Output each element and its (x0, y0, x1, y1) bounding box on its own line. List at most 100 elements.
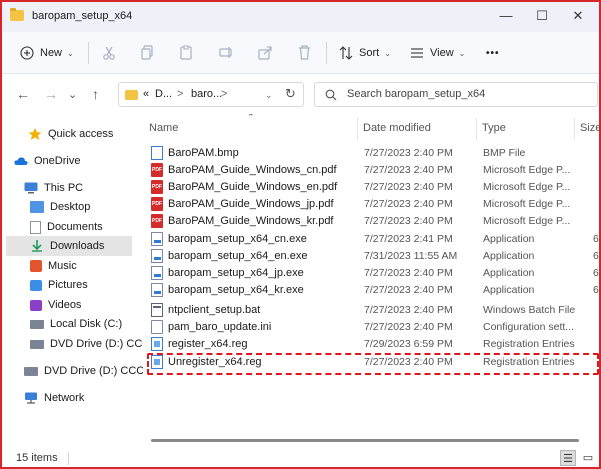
address-bar[interactable]: « D... > baro... > ⌄ ↻ (118, 82, 304, 107)
copy-icon[interactable] (141, 45, 155, 60)
sidebar-item-downloads[interactable]: Downloads (6, 236, 132, 256)
file-date: 7/29/2023 6:59 PM (364, 338, 453, 350)
refresh-icon[interactable]: ↻ (285, 86, 296, 102)
file-date: 7/27/2023 2:40 PM (364, 198, 453, 210)
column-divider[interactable] (476, 118, 477, 140)
file-name: baropam_setup_x64_jp.exe (168, 267, 304, 279)
documents-icon (30, 220, 41, 234)
breadcrumb-overflow[interactable]: « (143, 88, 149, 100)
sidebar-item-onedrive[interactable]: OneDrive (6, 151, 132, 171)
scrollbar-thumb[interactable] (151, 439, 579, 442)
column-header-date[interactable]: Date modified (363, 122, 431, 134)
file-row[interactable]: BaroPAM_Guide_Windows_jp.pdf 7/27/2023 2… (149, 196, 599, 213)
sidebar-item-local-disk[interactable]: Local Disk (C:) (6, 314, 132, 334)
file-date: 7/27/2023 2:41 PM (364, 233, 453, 245)
forward-arrow-icon[interactable]: → (44, 86, 58, 102)
file-row[interactable]: ntpclient_setup.bat 7/27/2023 2:40 PM Wi… (149, 302, 599, 319)
registry-file-icon (151, 337, 163, 351)
file-row[interactable]: baropam_setup_x64_kr.exe 7/27/2023 2:40 … (149, 282, 599, 299)
sidebar-item-videos[interactable]: Videos (6, 295, 132, 315)
config-file-icon (151, 320, 163, 334)
minimize-button[interactable]: — (488, 6, 524, 26)
paste-icon[interactable] (179, 45, 193, 60)
file-row[interactable]: BaroPAM_Guide_Windows_cn.pdf 7/27/2023 2… (149, 162, 599, 179)
more-options-button[interactable]: ••• (486, 41, 500, 65)
column-header-type[interactable]: Type (482, 122, 506, 134)
back-arrow-icon[interactable]: ← (16, 86, 30, 102)
file-name: BaroPAM_Guide_Windows_en.pdf (168, 181, 338, 193)
sidebar-item-label: Desktop (50, 201, 91, 213)
delete-icon[interactable] (298, 45, 311, 60)
sort-ascending-icon: ⌃ (247, 114, 255, 122)
file-name: register_x64.reg (168, 338, 248, 350)
column-divider[interactable] (357, 118, 358, 140)
sidebar-item-pictures[interactable]: Pictures (6, 275, 132, 295)
up-arrow-icon[interactable]: ↑ (92, 86, 99, 102)
file-row[interactable]: BaroPAM.bmp 7/27/2023 2:40 PM BMP File (149, 145, 599, 162)
file-type: Microsoft Edge P... (483, 215, 571, 227)
column-header-name[interactable]: Name (149, 122, 178, 134)
file-date: 7/27/2023 2:40 PM (364, 164, 453, 176)
file-date: 7/27/2023 2:40 PM (364, 181, 453, 193)
sort-button[interactable]: Sort ⌄ (339, 41, 391, 65)
videos-icon (30, 299, 42, 311)
pdf-file-icon (151, 163, 163, 177)
network-icon (25, 392, 37, 404)
new-button[interactable]: New ⌄ (20, 41, 74, 65)
sidebar-item-quick-access[interactable]: Quick access (6, 124, 132, 144)
pdf-file-icon (151, 197, 163, 211)
view-button[interactable]: View ⌄ (410, 41, 465, 65)
breadcrumb-item-drive[interactable]: D... (155, 88, 172, 100)
sidebar-item-dvd-drive-root[interactable]: DVD Drive (D:) CCCC (6, 361, 152, 381)
horizontal-scrollbar[interactable] (143, 436, 599, 446)
tiles-view-icon[interactable]: ▭ (580, 450, 596, 466)
file-row[interactable]: baropam_setup_x64_jp.exe 7/27/2023 2:40 … (149, 265, 599, 282)
file-name: baropam_setup_x64_cn.exe (168, 233, 307, 245)
rename-icon[interactable] (219, 45, 234, 60)
recent-chevron-icon[interactable]: ⌄ (68, 88, 77, 101)
maximize-button[interactable]: ☐ (524, 6, 560, 26)
file-type: Configuration sett... (483, 321, 575, 333)
sidebar-item-music[interactable]: Music (6, 256, 132, 276)
address-dropdown-icon[interactable]: ⌄ (265, 90, 273, 101)
divider (88, 42, 89, 64)
file-size: 6 (593, 284, 599, 296)
column-divider[interactable] (574, 118, 575, 140)
exe-file-icon (151, 232, 163, 246)
file-name: ntpclient_setup.bat (168, 304, 261, 316)
file-row[interactable]: register_x64.reg 7/29/2023 6:59 PM Regis… (149, 336, 599, 353)
search-box[interactable]: Search baropam_setup_x64 (314, 82, 598, 107)
file-name: baropam_setup_x64_kr.exe (168, 284, 304, 296)
sidebar-item-this-pc[interactable]: This PC (6, 178, 132, 198)
file-row[interactable]: baropam_setup_x64_cn.exe 7/27/2023 2:41 … (149, 231, 599, 248)
file-row[interactable]: BaroPAM_Guide_Windows_kr.pdf 7/27/2023 2… (149, 213, 599, 230)
file-name: BaroPAM.bmp (168, 147, 239, 159)
sidebar-item-desktop[interactable]: Desktop (6, 197, 132, 217)
sidebar-item-network[interactable]: Network (6, 388, 132, 408)
close-button[interactable]: ✕ (560, 6, 596, 26)
file-row[interactable]: pam_baro_update.ini 7/27/2023 2:40 PM Co… (149, 319, 599, 336)
explorer-window: baropam_setup_x64 — ☐ ✕ New ⌄ Sort ⌄ Vie… (0, 0, 601, 469)
file-type: Application (483, 267, 535, 279)
details-view-icon[interactable]: ☰ (560, 450, 576, 466)
sidebar-item-dvd-drive[interactable]: DVD Drive (D:) CCCC (6, 334, 158, 354)
column-header-size[interactable]: Size (580, 122, 599, 134)
file-row[interactable]: baropam_setup_x64_en.exe 7/31/2023 11:55… (149, 248, 599, 265)
breadcrumb-item-folder[interactable]: baro... (191, 88, 222, 100)
share-icon[interactable] (258, 45, 273, 60)
file-date: 7/27/2023 2:40 PM (364, 304, 453, 316)
highlight-box (147, 353, 599, 375)
desktop-icon (30, 201, 44, 213)
chevron-down-icon: ⌄ (384, 48, 391, 58)
title-bar: baropam_setup_x64 — ☐ ✕ (2, 2, 599, 32)
sidebar-item-documents[interactable]: Documents (6, 217, 132, 237)
file-type: Microsoft Edge P... (483, 164, 571, 176)
file-type: Application (483, 250, 535, 262)
breadcrumb-separator: > (177, 88, 184, 100)
sidebar-item-label: Quick access (48, 128, 114, 140)
sidebar-item-label: Pictures (48, 279, 88, 291)
command-bar: New ⌄ Sort ⌄ View ⌄ ••• (2, 32, 599, 74)
file-row[interactable]: BaroPAM_Guide_Windows_en.pdf 7/27/2023 2… (149, 179, 599, 196)
dvd-icon (30, 339, 44, 349)
cut-icon[interactable] (102, 46, 116, 60)
